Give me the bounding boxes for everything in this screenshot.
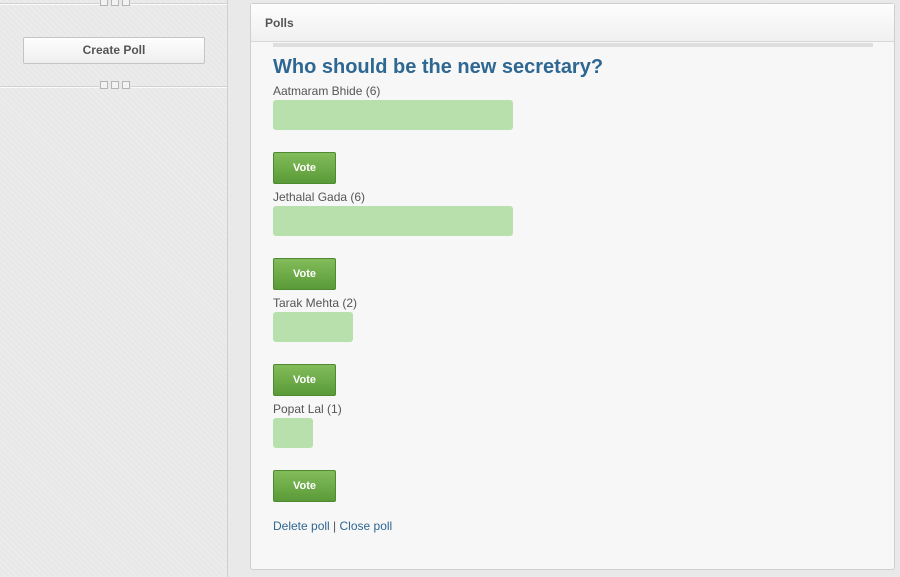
vote-bar (273, 206, 513, 236)
poll-top-rule (273, 43, 873, 47)
poll-option: Tarak Mehta (2) Vote (273, 296, 673, 398)
option-label: Popat Lal (1) (273, 402, 342, 416)
vote-button[interactable]: Vote (273, 470, 336, 502)
divider-dot (100, 81, 108, 89)
divider-dot (100, 0, 108, 6)
vote-button[interactable]: Vote (273, 258, 336, 290)
sidebar-divider (0, 81, 227, 91)
divider-dot (111, 0, 119, 6)
option-label: Tarak Mehta (2) (273, 296, 358, 310)
close-poll-link[interactable]: Close poll (340, 519, 393, 533)
link-separator: | (333, 519, 337, 533)
poll-option: Popat Lal (1) Vote (273, 402, 673, 504)
option-label: Aatmaram Bhide (6) (273, 84, 381, 98)
vote-button[interactable]: Vote (273, 152, 336, 184)
divider-dot (111, 81, 119, 89)
vote-button[interactable]: Vote (273, 364, 336, 396)
divider-dot (122, 0, 130, 6)
vote-bar (273, 100, 513, 130)
option-label: Jethalal Gada (6) (273, 190, 366, 204)
sidebar: Create Poll (0, 0, 228, 577)
poll-question: Who should be the new secretary? (273, 56, 604, 78)
poll-option: Jethalal Gada (6) Vote (273, 190, 673, 292)
sidebar-divider (0, 0, 227, 8)
poll-option: Aatmaram Bhide (6) Vote (273, 84, 673, 186)
delete-poll-link[interactable]: Delete poll (273, 519, 330, 533)
polls-panel: Polls Who should be the new secretary? A… (250, 3, 895, 570)
vote-bar (273, 418, 313, 448)
poll-actions: Delete poll | Close poll (273, 519, 392, 533)
create-poll-button[interactable]: Create Poll (23, 37, 205, 64)
panel-title: Polls (251, 4, 894, 42)
vote-bar (273, 312, 353, 342)
divider-dot (122, 81, 130, 89)
